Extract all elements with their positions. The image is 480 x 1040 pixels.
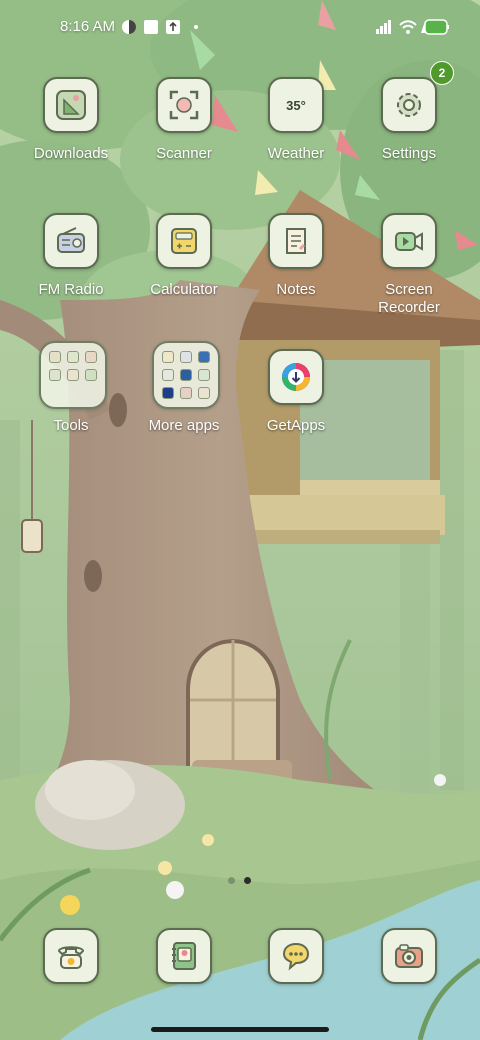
- tools-label: Tools: [53, 417, 89, 434]
- weather-icon: 35°: [268, 77, 324, 133]
- page-indicator: [224, 877, 256, 885]
- download-notification-icon: [165, 19, 181, 35]
- downloads-icon: [43, 77, 99, 133]
- settings-label: Settings: [381, 145, 437, 162]
- dock-contacts[interactable]: [156, 928, 212, 984]
- folder-more-apps[interactable]: More apps: [128, 341, 240, 471]
- folder-app-icon: [180, 369, 192, 381]
- folder-app-icon: [162, 369, 174, 381]
- more-notifications-icon: [193, 19, 199, 35]
- scanner-icon: [156, 77, 212, 133]
- app-weather[interactable]: 35° Weather: [240, 77, 352, 207]
- getapps-icon: [268, 349, 324, 405]
- notification-icon: [121, 19, 137, 35]
- app-calculator[interactable]: Calculator: [128, 213, 240, 343]
- page-dot-1[interactable]: [228, 877, 235, 884]
- gear-icon: [381, 77, 437, 133]
- dock-phone[interactable]: [43, 928, 99, 984]
- app-fm-radio[interactable]: FM Radio: [15, 213, 127, 343]
- folder-app-icon: [198, 369, 210, 381]
- camera-icon: [381, 928, 437, 984]
- video-camera-icon: [381, 213, 437, 269]
- scanner-label: Scanner: [156, 145, 212, 162]
- getapps-label: GetApps: [266, 417, 326, 434]
- phone-icon: [43, 928, 99, 984]
- contacts-icon: [156, 928, 212, 984]
- fm-radio-label: FM Radio: [38, 281, 104, 298]
- app-getapps[interactable]: GetApps: [240, 349, 352, 479]
- more-apps-label: More apps: [148, 417, 220, 434]
- folder-app-icon: [162, 351, 174, 363]
- messaging-icon: [268, 928, 324, 984]
- screen-recorder-label: Screen Recorder: [378, 281, 440, 316]
- battery-icon: [424, 18, 450, 35]
- folder-app-icon: [67, 351, 79, 363]
- dock-camera[interactable]: [381, 928, 437, 984]
- folder-tools[interactable]: Tools: [15, 341, 127, 471]
- folder-app-icon: [85, 351, 97, 363]
- folder-app-icon: [85, 369, 97, 381]
- notes-icon: [268, 213, 324, 269]
- notes-label: Notes: [276, 281, 316, 298]
- status-time: 8:16 AM: [60, 18, 116, 35]
- gesture-navigation-bar[interactable]: [151, 1027, 329, 1032]
- app-screen-recorder[interactable]: Screen Recorder: [353, 213, 465, 343]
- app-notes[interactable]: Notes: [240, 213, 352, 343]
- radio-icon: [43, 213, 99, 269]
- app-settings[interactable]: Settings: [353, 77, 465, 207]
- folder-app-icon: [49, 369, 61, 381]
- calculator-label: Calculator: [150, 281, 218, 298]
- folder-app-icon: [162, 387, 174, 399]
- folder-app-icon: [198, 351, 210, 363]
- weather-label: Weather: [267, 145, 325, 162]
- folder-app-icon: [49, 351, 61, 363]
- wifi-icon: [398, 19, 418, 35]
- calculator-icon: [156, 213, 212, 269]
- weather-temperature: 35°: [286, 97, 306, 113]
- app-notification-icon: [143, 19, 159, 35]
- downloads-label: Downloads: [33, 145, 109, 162]
- settings-notification-badge: 2: [430, 61, 454, 85]
- page-dot-2-active[interactable]: [244, 877, 251, 884]
- folder-app-icon: [180, 387, 192, 399]
- tools-folder-icon: [39, 341, 107, 409]
- folder-app-icon: [198, 387, 210, 399]
- app-scanner[interactable]: Scanner: [128, 77, 240, 207]
- dock-messaging[interactable]: [268, 928, 324, 984]
- folder-app-icon: [67, 369, 79, 381]
- folder-app-icon: [180, 351, 192, 363]
- app-downloads[interactable]: Downloads: [15, 77, 127, 207]
- status-bar: 8:16 AM: [0, 0, 480, 56]
- more-apps-folder-icon: [152, 341, 220, 409]
- cellular-signal-icon: [374, 19, 394, 35]
